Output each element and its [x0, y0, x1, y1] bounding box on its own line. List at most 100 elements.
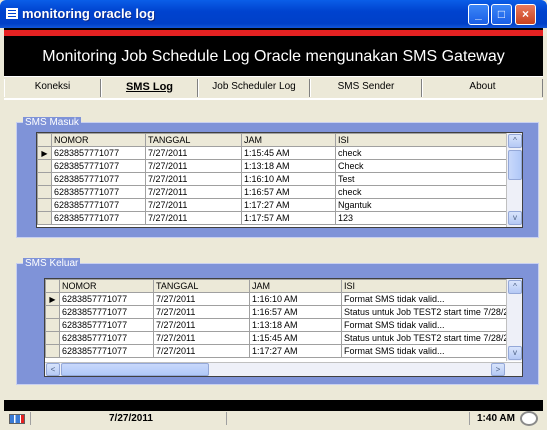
table-row[interactable]: ▶ 6283857771077 7/27/2011 1:16:10 AM For… [45, 292, 509, 306]
cell-jam[interactable]: 1:17:57 AM [241, 211, 336, 225]
scroll-thumb[interactable] [508, 150, 522, 180]
cell-isi[interactable]: Status untuk Job TEST2 start time 7/28/2… [341, 305, 509, 319]
cell-isi[interactable]: check [335, 146, 509, 160]
cell-isi[interactable]: Check [335, 159, 509, 173]
cell-jam[interactable]: 1:15:45 AM [249, 331, 342, 345]
table-row[interactable]: 6283857771077 7/27/2011 1:17:27 AM Ngant… [37, 198, 509, 212]
cell-jam[interactable]: 1:17:27 AM [241, 198, 336, 212]
table-row[interactable]: ▶ 6283857771077 7/27/2011 1:15:45 AM che… [37, 146, 509, 160]
cell-jam[interactable]: 1:13:18 AM [241, 159, 336, 173]
cell-tanggal[interactable]: 7/27/2011 [153, 331, 250, 345]
row-selector[interactable] [37, 172, 52, 186]
table-row[interactable]: 6283857771077 7/27/2011 1:16:57 AM check [37, 185, 509, 199]
cell-jam[interactable]: 1:16:57 AM [249, 305, 342, 319]
cell-tanggal[interactable]: 7/27/2011 [145, 146, 242, 160]
tab-sms-log[interactable]: SMS Log [101, 79, 198, 97]
scroll-up-icon[interactable]: ^ [508, 280, 522, 294]
column-header-jam[interactable]: JAM [241, 133, 336, 147]
row-selector[interactable] [45, 305, 60, 319]
table-row[interactable]: 6283857771077 7/27/2011 1:16:10 AM Test [37, 172, 509, 186]
cell-tanggal[interactable]: 7/27/2011 [153, 292, 250, 306]
cell-jam[interactable]: 1:16:57 AM [241, 185, 336, 199]
sms-keluar-horizontal-scrollbar[interactable]: < > [45, 362, 522, 376]
column-header-tanggal[interactable]: TANGGAL [145, 133, 242, 147]
scroll-down-icon[interactable]: v [508, 211, 522, 225]
status-divider [30, 412, 31, 425]
row-selector[interactable] [37, 211, 52, 225]
table-row[interactable]: 6283857771077 7/27/2011 1:13:18 AM Check [37, 159, 509, 173]
column-header-nomor[interactable]: NOMOR [59, 279, 154, 293]
minimize-button[interactable]: _ [468, 4, 489, 25]
window-title: monitoring oracle log [22, 6, 155, 21]
cell-jam[interactable]: 1:13:18 AM [249, 318, 342, 332]
table-row[interactable]: 6283857771077 7/27/2011 1:16:57 AM Statu… [45, 305, 509, 319]
scroll-right-icon[interactable]: > [491, 363, 505, 376]
cell-isi[interactable]: Status untuk Job TEST2 start time 7/28/2… [341, 331, 509, 345]
cell-tanggal[interactable]: 7/27/2011 [145, 159, 242, 173]
tab-job-scheduler-log[interactable]: Job Scheduler Log [198, 79, 310, 97]
cell-nomor[interactable]: 6283857771077 [51, 172, 146, 186]
cell-isi[interactable]: Ngantuk [335, 198, 509, 212]
table-row[interactable]: 6283857771077 7/27/2011 1:17:27 AM Forma… [45, 344, 509, 358]
maximize-button[interactable]: □ [491, 4, 512, 25]
cell-isi[interactable]: Format SMS tidak valid... [341, 318, 509, 332]
cell-nomor[interactable]: 6283857771077 [59, 305, 154, 319]
cell-tanggal[interactable]: 7/27/2011 [153, 305, 250, 319]
scroll-down-icon[interactable]: v [508, 346, 522, 360]
title-bar[interactable]: monitoring oracle log _ □ × [0, 0, 547, 28]
cell-isi[interactable]: Format SMS tidak valid... [341, 344, 509, 358]
cell-nomor[interactable]: 6283857771077 [51, 185, 146, 199]
cell-nomor[interactable]: 6283857771077 [59, 318, 154, 332]
row-selector-header [45, 279, 60, 293]
column-header-nomor[interactable]: NOMOR [51, 133, 146, 147]
row-selector[interactable] [45, 318, 60, 332]
cell-isi[interactable]: 123 [335, 211, 509, 225]
column-header-isi[interactable]: ISI [335, 133, 509, 147]
cell-nomor[interactable]: 6283857771077 [59, 344, 154, 358]
sms-masuk-grid[interactable]: NOMOR TANGGAL JAM ISI ▶ 6283857771077 7/… [36, 132, 523, 228]
row-selector[interactable] [45, 331, 60, 345]
cell-tanggal[interactable]: 7/27/2011 [145, 172, 242, 186]
sms-masuk-vertical-scrollbar[interactable]: ^ v [506, 133, 522, 227]
status-bar: 7/27/2011 1:40 AM [4, 411, 543, 426]
close-button[interactable]: × [515, 4, 536, 25]
column-header-tanggal[interactable]: TANGGAL [153, 279, 250, 293]
cell-nomor[interactable]: 6283857771077 [51, 198, 146, 212]
column-header-jam[interactable]: JAM [249, 279, 342, 293]
cell-nomor[interactable]: 6283857771077 [51, 159, 146, 173]
scroll-up-icon[interactable]: ^ [508, 134, 522, 148]
cell-tanggal[interactable]: 7/27/2011 [145, 185, 242, 199]
cell-jam[interactable]: 1:15:45 AM [241, 146, 336, 160]
cell-jam[interactable]: 1:17:27 AM [249, 344, 342, 358]
table-row[interactable]: 6283857771077 7/27/2011 1:13:18 AM Forma… [45, 318, 509, 332]
cell-jam[interactable]: 1:16:10 AM [241, 172, 336, 186]
app-menu-icon[interactable] [6, 8, 18, 19]
tab-koneksi[interactable]: Koneksi [4, 79, 101, 97]
tab-about[interactable]: About [422, 79, 543, 97]
row-selector[interactable] [37, 159, 52, 173]
table-row[interactable]: 6283857771077 7/27/2011 1:17:57 AM 123 [37, 211, 509, 225]
cell-isi[interactable]: Test [335, 172, 509, 186]
horizontal-scroll-thumb[interactable] [61, 363, 209, 376]
row-selector[interactable] [37, 198, 52, 212]
sms-keluar-vertical-scrollbar[interactable]: ^ v [506, 279, 522, 361]
cell-isi[interactable]: check [335, 185, 509, 199]
cell-tanggal[interactable]: 7/27/2011 [153, 344, 250, 358]
table-row[interactable]: 6283857771077 7/27/2011 1:15:45 AM Statu… [45, 331, 509, 345]
cell-tanggal[interactable]: 7/27/2011 [145, 211, 242, 225]
sms-keluar-grid[interactable]: NOMOR TANGGAL JAM ISI ▶ 6283857771077 7/… [44, 278, 523, 377]
cell-nomor[interactable]: 6283857771077 [51, 146, 146, 160]
tab-sms-sender[interactable]: SMS Sender [310, 79, 422, 97]
cell-nomor[interactable]: 6283857771077 [51, 211, 146, 225]
column-header-isi[interactable]: ISI [341, 279, 509, 293]
cell-tanggal[interactable]: 7/27/2011 [145, 198, 242, 212]
sms-log-panel: SMS Masuk NOMOR TANGGAL JAM ISI ▶ 628385… [4, 98, 543, 400]
row-selector[interactable] [37, 185, 52, 199]
cell-isi[interactable]: Format SMS tidak valid... [341, 292, 509, 306]
cell-jam[interactable]: 1:16:10 AM [249, 292, 342, 306]
cell-nomor[interactable]: 6283857771077 [59, 292, 154, 306]
cell-nomor[interactable]: 6283857771077 [59, 331, 154, 345]
row-selector[interactable] [45, 344, 60, 358]
scroll-left-icon[interactable]: < [46, 363, 60, 376]
cell-tanggal[interactable]: 7/27/2011 [153, 318, 250, 332]
